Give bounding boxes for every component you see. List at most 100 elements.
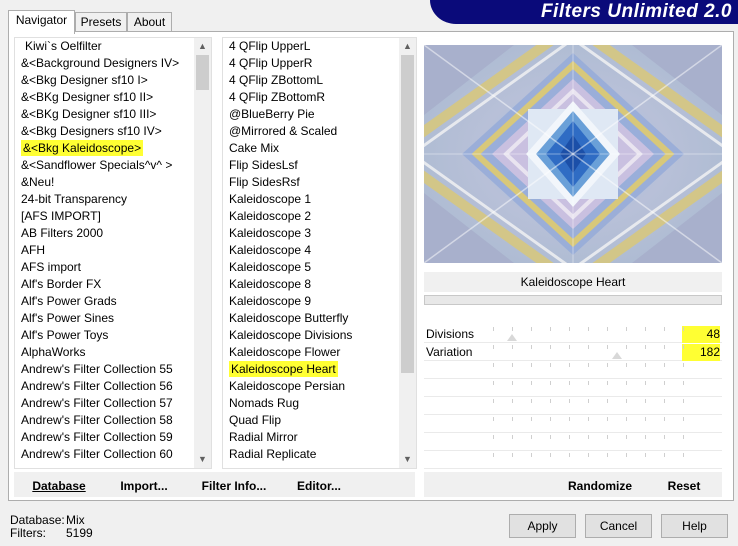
list-item[interactable]: &<Sandflower Specials^v^ >	[15, 157, 194, 174]
editor-button[interactable]: Editor...	[292, 478, 346, 494]
tab-navigator[interactable]: Navigator	[8, 10, 75, 34]
slider-tick	[683, 327, 684, 331]
scroll-up-icon[interactable]: ▲	[399, 38, 416, 55]
slider-tick	[683, 363, 684, 367]
list-item[interactable]: AFH	[15, 242, 194, 259]
list-item[interactable]: Kaleidoscope 9	[223, 293, 399, 310]
filters-label: Filters:	[10, 526, 46, 540]
list-item[interactable]: Kaleidoscope Divisions	[223, 327, 399, 344]
list-item[interactable]: Andrew's Filter Collection 56	[15, 378, 194, 395]
slider-thumb[interactable]	[506, 334, 517, 341]
reset-button[interactable]: Reset	[658, 478, 710, 494]
list-item[interactable]: 4 QFlip UpperL	[223, 38, 399, 55]
list-item[interactable]: @Mirrored & Scaled	[223, 123, 399, 140]
list-item[interactable]: Kaleidoscope Heart	[223, 361, 399, 378]
filter-info-button[interactable]: Filter Info...	[194, 478, 274, 494]
list-item[interactable]: Flip SidesLsf	[223, 157, 399, 174]
tab-about[interactable]: About	[127, 12, 172, 31]
list-item[interactable]: 4 QFlip ZBottomL	[223, 72, 399, 89]
list-item[interactable]: AB Filters 2000	[15, 225, 194, 242]
slider-tick	[664, 345, 665, 349]
slider-tick	[493, 345, 494, 349]
scroll-down-icon[interactable]: ▼	[399, 451, 416, 468]
list-item[interactable]: [AFS IMPORT]	[15, 208, 194, 225]
list-item[interactable]: Kaleidoscope 1	[223, 191, 399, 208]
list-item[interactable]: &<BKg Designer sf10 III>	[15, 106, 194, 123]
list-item[interactable]: Alf's Power Sines	[15, 310, 194, 327]
list-item[interactable]: Radial Replicate	[223, 446, 399, 463]
list-item[interactable]: Kaleidoscope Flower	[223, 344, 399, 361]
list-item[interactable]: &<Bkg Designers sf10 IV>	[15, 123, 194, 140]
list-item[interactable]: Quad Flip	[223, 412, 399, 429]
slider-tick	[664, 399, 665, 403]
list-item-label: &<BKg Designer sf10 III>	[21, 107, 157, 121]
list-item[interactable]: Cake Mix	[223, 140, 399, 157]
database-button[interactable]: Database	[24, 478, 94, 494]
list-item[interactable]: &<Background Designers IV>	[15, 55, 194, 72]
slider-tick	[512, 435, 513, 439]
slider-tick	[626, 381, 627, 385]
cancel-button[interactable]: Cancel	[585, 514, 652, 538]
slider-tick	[588, 435, 589, 439]
list-item[interactable]: &<BKg Designer sf10 II>	[15, 89, 194, 106]
scroll-thumb[interactable]	[401, 55, 414, 373]
list-item[interactable]: AFS import	[15, 259, 194, 276]
scroll-thumb[interactable]	[196, 55, 209, 90]
list-item[interactable]: &Neu!	[15, 174, 194, 191]
slider-tick	[531, 327, 532, 331]
list-item[interactable]: Andrew's Filter Collection 55	[15, 361, 194, 378]
apply-button[interactable]: Apply	[509, 514, 576, 538]
list-item[interactable]: &<Bkg Designer sf10 I>	[15, 72, 194, 89]
slider-tick	[683, 381, 684, 385]
list-item[interactable]: Kaleidoscope 5	[223, 259, 399, 276]
scroll-up-icon[interactable]: ▲	[194, 38, 211, 55]
slider-tick	[550, 363, 551, 367]
parameter-button-bar: Randomize Reset	[424, 472, 722, 497]
list-item[interactable]: Kaleidoscope Butterfly	[223, 310, 399, 327]
category-scrollbar[interactable]: ▲ ▼	[194, 38, 211, 468]
slider-tick	[664, 453, 665, 457]
list-item[interactable]: Radial Mirror	[223, 429, 399, 446]
tab-presets[interactable]: Presets	[75, 12, 127, 31]
list-item[interactable]: Alf's Power Toys	[15, 327, 194, 344]
help-button[interactable]: Help	[661, 514, 728, 538]
slider-value[interactable]: 48	[682, 326, 720, 343]
scroll-down-icon[interactable]: ▼	[194, 451, 211, 468]
list-item[interactable]: Kiwi`s Oelfilter	[15, 38, 194, 55]
list-item[interactable]: Andrew's Filter Collection 59	[15, 429, 194, 446]
list-item[interactable]: Kaleidoscope 2	[223, 208, 399, 225]
button-label: Reset	[667, 479, 701, 493]
slider-tick	[550, 327, 551, 331]
list-item[interactable]: @BlueBerry Pie	[223, 106, 399, 123]
list-item-label: Alf's Power Toys	[21, 328, 109, 342]
slider-thumb[interactable]	[611, 352, 622, 359]
list-item[interactable]: 4 QFlip ZBottomR	[223, 89, 399, 106]
list-item[interactable]: Kaleidoscope 4	[223, 242, 399, 259]
list-item[interactable]: Kaleidoscope 8	[223, 276, 399, 293]
slider-tick	[626, 417, 627, 421]
category-list[interactable]: Kiwi`s Oelfilter &<Background Designers I…	[14, 37, 212, 469]
list-item[interactable]: Andrew's Filter Collection 57	[15, 395, 194, 412]
import-button[interactable]: Import...	[114, 478, 174, 494]
filter-scrollbar[interactable]: ▲ ▼	[399, 38, 416, 468]
list-item[interactable]: Alf's Border FX	[15, 276, 194, 293]
list-item[interactable]: Alf's Power Grads	[15, 293, 194, 310]
slider-divisions[interactable]: Divisions 48	[424, 326, 722, 343]
list-item[interactable]: Andrew's Filter Collection 58	[15, 412, 194, 429]
slider-variation[interactable]: Variation 182	[424, 344, 722, 361]
list-item[interactable]: &<Bkg Kaleidoscope>	[15, 140, 194, 157]
list-item[interactable]: Kaleidoscope Persian	[223, 378, 399, 395]
slider-tick	[664, 363, 665, 367]
list-item[interactable]: Andrew's Filter Collection 60	[15, 446, 194, 463]
list-item[interactable]: 4 QFlip UpperR	[223, 55, 399, 72]
list-item-label: AlphaWorks	[21, 345, 86, 359]
slider-value[interactable]: 182	[682, 344, 720, 361]
list-item[interactable]: Flip SidesRsf	[223, 174, 399, 191]
filter-list[interactable]: 4 QFlip UpperL 4 QFlip UpperR 4 QFlip ZBot…	[222, 37, 417, 469]
list-item[interactable]: Nomads Rug	[223, 395, 399, 412]
randomize-button[interactable]: Randomize	[560, 478, 640, 494]
slider-tick	[493, 435, 494, 439]
list-item[interactable]: 24-bit Transparency	[15, 191, 194, 208]
list-item[interactable]: Kaleidoscope 3	[223, 225, 399, 242]
list-item[interactable]: AlphaWorks	[15, 344, 194, 361]
